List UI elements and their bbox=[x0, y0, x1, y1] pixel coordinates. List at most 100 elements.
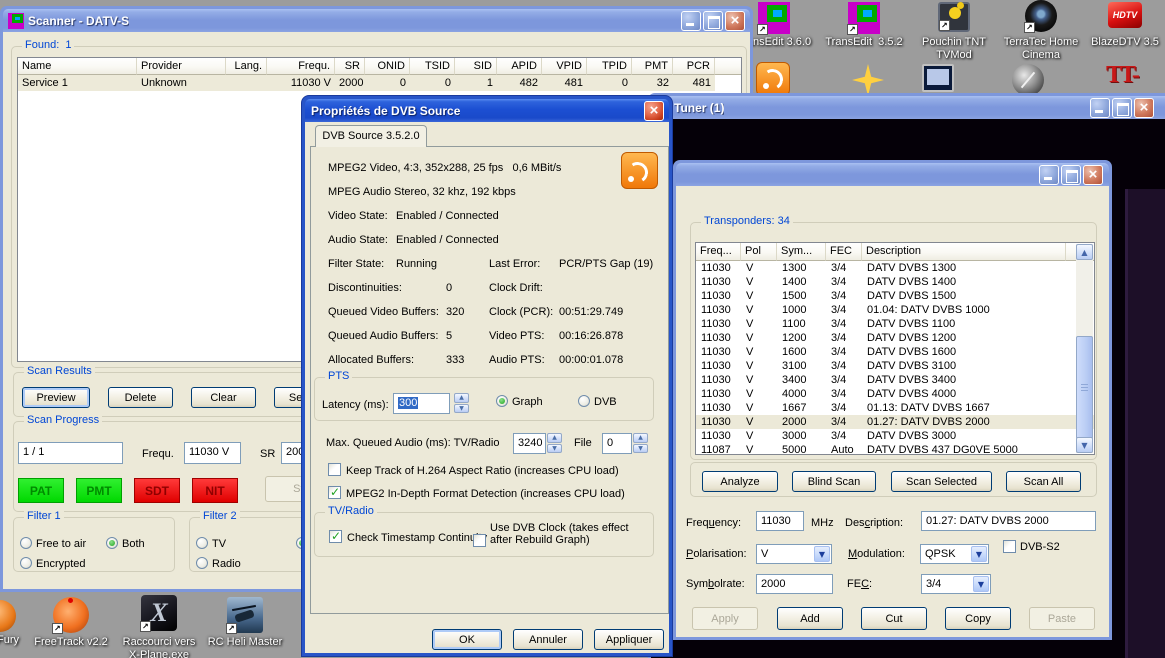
transponder-column-header[interactable]: Pol bbox=[741, 243, 777, 261]
radio-radio[interactable] bbox=[196, 557, 208, 569]
scan-all-button[interactable]: Scan All bbox=[1006, 471, 1081, 492]
max-queued-file-field[interactable]: 0 bbox=[602, 433, 632, 454]
preview-button[interactable]: Preview bbox=[22, 387, 90, 408]
analyze-button[interactable]: Analyze bbox=[702, 471, 778, 492]
desktop-icon-wizard-star[interactable] bbox=[852, 64, 884, 96]
transponder-row[interactable]: 11030V14003/4DATV DVBS 1400 bbox=[696, 275, 1094, 289]
transponder-row[interactable]: 11030V30003/4DATV DVBS 3000 bbox=[696, 429, 1094, 443]
desktop-icon-xplane[interactable]: X bbox=[141, 595, 177, 631]
scroll-down-button[interactable]: ▼ bbox=[1076, 437, 1093, 453]
transponder-row[interactable]: 11030V16673/401.13: DATV DVBS 1667 bbox=[696, 401, 1094, 415]
maximize-button[interactable] bbox=[1061, 165, 1081, 185]
desktop-icon-pouchin-tnt[interactable] bbox=[938, 2, 970, 32]
scanner-column-header[interactable]: Name bbox=[18, 58, 137, 75]
clear-button[interactable]: Clear bbox=[191, 387, 256, 408]
transponder-row[interactable]: 11030V16003/4DATV DVBS 1600 bbox=[696, 345, 1094, 359]
scanner-column-header[interactable]: PCR bbox=[673, 58, 715, 75]
scanner-column-header[interactable]: TSID bbox=[410, 58, 455, 75]
desktop-icon-terratec[interactable] bbox=[1025, 0, 1057, 32]
maximize-button[interactable] bbox=[1112, 98, 1132, 118]
desktop-icon-freetrack[interactable] bbox=[53, 597, 89, 633]
transponder-row[interactable]: 11030V13003/4DATV DVBS 1300 bbox=[696, 261, 1094, 275]
transponder-row[interactable]: 11030V12003/4DATV DVBS 1200 bbox=[696, 331, 1094, 345]
desktop-icon-label[interactable]: Cinema bbox=[986, 49, 1096, 61]
minimize-button[interactable] bbox=[1090, 98, 1110, 118]
maximize-button[interactable] bbox=[703, 11, 723, 31]
tv-radio[interactable] bbox=[196, 537, 208, 549]
scanner-column-header[interactable]: Provider bbox=[137, 58, 226, 75]
scanner-column-header[interactable]: APID bbox=[497, 58, 542, 75]
fec-select[interactable]: 3/4▼ bbox=[921, 574, 991, 594]
symbolrate-field[interactable]: 2000 bbox=[756, 574, 833, 594]
scanner-column-header[interactable]: SR bbox=[335, 58, 365, 75]
cut-button[interactable]: Cut bbox=[861, 607, 927, 630]
close-button[interactable] bbox=[1134, 98, 1154, 118]
dialog-titlebar[interactable]: Propriétés de DVB Source bbox=[305, 99, 669, 122]
scroll-thumb[interactable] bbox=[1076, 336, 1093, 439]
transponder-row[interactable]: 11030V11003/4DATV DVBS 1100 bbox=[696, 317, 1094, 331]
transponder-row[interactable]: 11030V34003/4DATV DVBS 3400 bbox=[696, 373, 1094, 387]
transponder-row[interactable]: 11030V10003/401.04: DATV DVBS 1000 bbox=[696, 303, 1094, 317]
desktop-icon-fury[interactable] bbox=[0, 600, 16, 632]
scanner-column-header[interactable]: Frequ. bbox=[267, 58, 335, 75]
desktop-icon-blazedtv[interactable]: HDTV bbox=[1108, 2, 1142, 28]
transponder-column-header[interactable]: Description bbox=[862, 243, 1066, 261]
desktop-icon-label[interactable]: X-Plane.exe bbox=[104, 649, 214, 658]
free-to-air-radio[interactable] bbox=[20, 537, 32, 549]
h264-checkbox[interactable] bbox=[328, 463, 341, 476]
ok-button[interactable]: OK bbox=[432, 629, 502, 650]
dvb-radio[interactable] bbox=[578, 395, 590, 407]
dvbs2-checkbox[interactable] bbox=[1003, 540, 1016, 553]
scanner-titlebar[interactable]: Scanner - DATV-S bbox=[3, 9, 750, 32]
scanner-column-header[interactable]: Lang. bbox=[226, 58, 267, 75]
transponders-list[interactable]: Freq...PolSym...FECDescription 11030V130… bbox=[695, 242, 1095, 455]
close-button[interactable] bbox=[644, 101, 664, 121]
max-queued-tv-stepper[interactable]: ▲▼ bbox=[547, 433, 562, 454]
apply-button[interactable]: Apply bbox=[692, 607, 758, 630]
desktop-icon-satellite-dish[interactable] bbox=[1012, 64, 1044, 96]
frequ-field[interactable]: 11030 V bbox=[184, 442, 241, 464]
tuner-titlebar[interactable]: Tuner (1) bbox=[651, 96, 1165, 119]
scan-selected-button[interactable]: Scan Selected bbox=[891, 471, 992, 492]
scanner-column-header[interactable]: TPID bbox=[587, 58, 632, 75]
desktop-icon-transedit-352[interactable] bbox=[848, 2, 880, 34]
desktop-icon-technotrend[interactable]: TT- bbox=[1106, 60, 1138, 90]
progress-field[interactable]: 1 / 1 bbox=[18, 442, 123, 464]
paste-button[interactable]: Paste bbox=[1029, 607, 1095, 630]
service-row[interactable]: Service 1Unknown11030 V20000014824810324… bbox=[18, 75, 715, 91]
desktop-icon-dvb-source[interactable] bbox=[756, 62, 790, 96]
blind-scan-button[interactable]: Blind Scan bbox=[792, 471, 876, 492]
desktop-icon-monitor-app[interactable] bbox=[922, 64, 954, 92]
scrollbar[interactable]: ▲ ▼ bbox=[1076, 244, 1093, 453]
scanner-column-header[interactable]: ONID bbox=[365, 58, 410, 75]
mpeg2-checkbox[interactable] bbox=[328, 486, 341, 499]
transponder-row[interactable]: 11087V5000AutoDATV DVBS 437 DG0VE 5000 bbox=[696, 443, 1094, 455]
desktop-icon-label[interactable]: BlazeDTV 3.5 bbox=[1070, 36, 1165, 48]
transponder-column-header[interactable]: FEC bbox=[826, 243, 862, 261]
modulation-select[interactable]: QPSK▼ bbox=[920, 544, 989, 564]
transponder-row[interactable]: 11030V15003/4DATV DVBS 1500 bbox=[696, 289, 1094, 303]
transponder-row[interactable]: 11030V20003/401.27: DATV DVBS 2000 bbox=[696, 415, 1094, 429]
description-field[interactable]: 01.27: DATV DVBS 2000 bbox=[921, 511, 1096, 531]
scanner-column-header[interactable]: PMT bbox=[632, 58, 673, 75]
transponder-column-header[interactable]: Freq... bbox=[696, 243, 741, 261]
encrypted-radio[interactable] bbox=[20, 557, 32, 569]
cancel-button[interactable]: Annuler bbox=[513, 629, 583, 650]
scanner-column-header[interactable]: SID bbox=[455, 58, 497, 75]
delete-button[interactable]: Delete bbox=[108, 387, 173, 408]
add-button[interactable]: Add bbox=[777, 607, 843, 630]
desktop-icon-label[interactable]: RC Heli Master bbox=[190, 636, 300, 648]
chevron-down-icon[interactable]: ▼ bbox=[973, 576, 989, 592]
dvbclock-checkbox[interactable] bbox=[473, 534, 486, 547]
frequency-field[interactable]: 11030 bbox=[756, 511, 804, 531]
latency-field[interactable]: 300 bbox=[393, 393, 450, 414]
timestamp-checkbox[interactable] bbox=[329, 530, 342, 543]
tab-dvb-source[interactable]: DVB Source 3.5.2.0 bbox=[315, 125, 427, 147]
transponder-column-header[interactable]: Sym... bbox=[777, 243, 826, 261]
desktop-icon-rc-heli[interactable] bbox=[227, 597, 263, 633]
both-radio[interactable] bbox=[106, 537, 118, 549]
copy-button[interactable]: Copy bbox=[945, 607, 1011, 630]
max-queued-tv-field[interactable]: 3240 bbox=[513, 433, 546, 454]
scanner-column-header[interactable]: VPID bbox=[542, 58, 587, 75]
transponder-row[interactable]: 11030V40003/4DATV DVBS 4000 bbox=[696, 387, 1094, 401]
